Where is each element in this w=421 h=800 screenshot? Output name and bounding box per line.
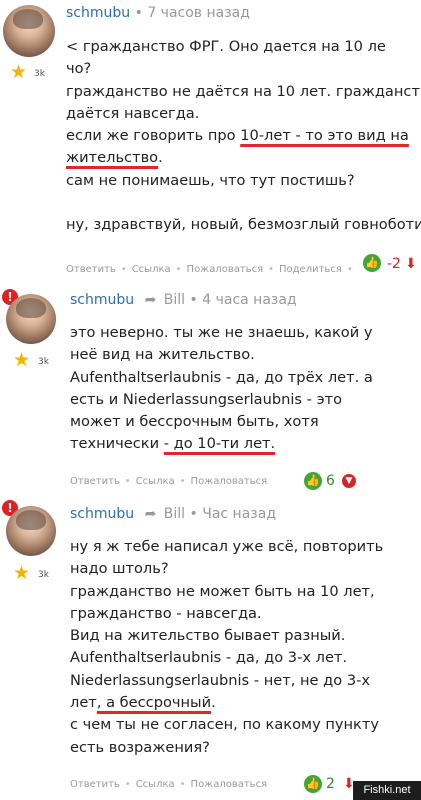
text-line: ну я ж тебе написал уже всё, повторить (70, 538, 384, 555)
report-link[interactable]: Пожаловаться (191, 779, 268, 790)
author-link[interactable]: schmubu (70, 506, 134, 522)
text-line: чо? (66, 60, 92, 78)
text-line: ну, здравствуй, новый, безмозглый говноб… (66, 216, 421, 234)
text-line: может и бессрочным быть, хотя (70, 413, 319, 431)
timestamp[interactable]: 4 часа назад (202, 292, 296, 308)
timestamp[interactable]: 7 часов назад (147, 5, 250, 21)
text-line: гражданство не может быть на 10 лет, (70, 582, 375, 600)
comment-body: < гражданство ФРГ. Оно дается на 10 ле ч… (66, 36, 421, 237)
comment: ! ★ 3k schmubu ➦ Bill • 4 часа назад это… (0, 280, 421, 500)
text-line: если же говорить про 10-лет - то это вид… (66, 127, 409, 145)
reply-link[interactable]: Ответить (66, 264, 116, 275)
text-line: гражданство - навсегда. (70, 604, 262, 622)
author-link[interactable]: schmubu (66, 5, 130, 21)
avatar[interactable] (6, 506, 56, 556)
reply-to-user[interactable]: Bill (164, 292, 185, 308)
karma-value: 3k (38, 357, 49, 367)
comment-body: это неверно. ты же не знаешь, какой у не… (70, 322, 373, 456)
text-line: есть и Niederlassungserlaubnis - это (70, 390, 343, 408)
vote-score: 6 (326, 473, 335, 489)
comment-header: schmubu ➦ Bill • 4 часа назад (70, 292, 297, 308)
reply-arrow-icon: ➦ (144, 506, 157, 522)
text-line: надо штоль? (70, 560, 169, 578)
highlight: - до 10-ти лет. (163, 435, 276, 453)
report-link[interactable]: Пожаловаться (187, 264, 264, 275)
vote-score: -2 (387, 256, 401, 272)
text-line: сам не понимаешь, что тут постишь? (66, 171, 355, 189)
text-line: Niederlassungserlaubnis - нет, не до 3-х (70, 671, 371, 689)
text-line: с чем ты не согласен, по какому пункту (70, 716, 380, 734)
author-link[interactable]: schmubu (70, 292, 134, 308)
highlight: 10-лет - то это вид на (240, 127, 409, 145)
text-line: лет, а бессрочный. (70, 694, 216, 712)
thumbs-up-icon[interactable]: 👍 (363, 254, 381, 272)
reply-link[interactable]: Ответить (70, 476, 120, 487)
text-line: Вид на жительство бывает разный. (70, 627, 346, 645)
share-link[interactable]: Поделиться (279, 264, 342, 275)
text-line: гражданство не даётся на 10 лет. граждан… (66, 82, 421, 100)
text-line: жительство. (66, 149, 163, 167)
highlight: жительство (66, 149, 159, 167)
avatar[interactable] (6, 294, 56, 344)
report-link[interactable]: Пожаловаться (191, 476, 268, 487)
text-line: неё вид на жительство. (70, 346, 255, 364)
thumbs-down-icon[interactable]: ▼ (342, 474, 356, 488)
link-link[interactable]: Ссылка (136, 779, 175, 790)
star-icon: ★ (13, 349, 31, 371)
thumbs-down-icon[interactable]: ⬇ (405, 257, 417, 271)
comment-body: ну я ж тебе написал уже всё, повторить н… (70, 536, 383, 759)
star-icon: ★ (13, 562, 31, 584)
link-link[interactable]: Ссылка (132, 264, 171, 275)
comment: ★ 3k schmubu • 7 часов назад < гражданст… (0, 0, 421, 280)
comment-actions: Ответить • Ссылка • Пожаловаться (70, 476, 268, 487)
comment-header: schmubu ➦ Bill • Час назад (70, 506, 276, 522)
karma-value: 3k (34, 69, 45, 79)
timestamp[interactable]: Час назад (202, 506, 276, 522)
text-line: Aufenthaltserlaubnis - да, до 3-х лет. (70, 649, 348, 667)
watermark: Fishki.net (353, 781, 421, 800)
comment-actions: Ответить • Ссылка • Пожаловаться (70, 779, 268, 790)
link-link[interactable]: Ссылка (136, 476, 175, 487)
text-line: < гражданство ФРГ. Оно дается на 10 ле (66, 38, 386, 55)
highlight: , а бессрочный (96, 694, 212, 712)
vote-score: 2 (326, 776, 335, 792)
text-line: Aufenthaltserlaubnis - да, до трёх лет. … (70, 368, 373, 386)
text-line: это неверно. ты же не знаешь, какой у (70, 324, 373, 341)
text-line: даётся навсегда. (66, 104, 200, 122)
comment-actions: Ответить • Ссылка • Пожаловаться • Поделиться • (66, 264, 353, 275)
text-line: есть возражения? (70, 738, 210, 756)
avatar[interactable] (3, 5, 55, 57)
comment: ! ★ 3k schmubu ➦ Bill • Час назад ну я ж… (0, 500, 421, 800)
text-line: технически - до 10-ти лет. (70, 435, 276, 453)
comment-header: schmubu • 7 часов назад (66, 5, 250, 21)
karma-value: 3k (38, 570, 49, 580)
thumbs-up-icon[interactable]: 👍 (304, 472, 322, 490)
reply-arrow-icon: ➦ (144, 292, 157, 308)
star-icon: ★ (10, 61, 28, 83)
text-line (66, 192, 421, 214)
reply-to-user[interactable]: Bill (164, 506, 185, 522)
thumbs-up-icon[interactable]: 👍 (304, 775, 322, 793)
reply-link[interactable]: Ответить (70, 779, 120, 790)
